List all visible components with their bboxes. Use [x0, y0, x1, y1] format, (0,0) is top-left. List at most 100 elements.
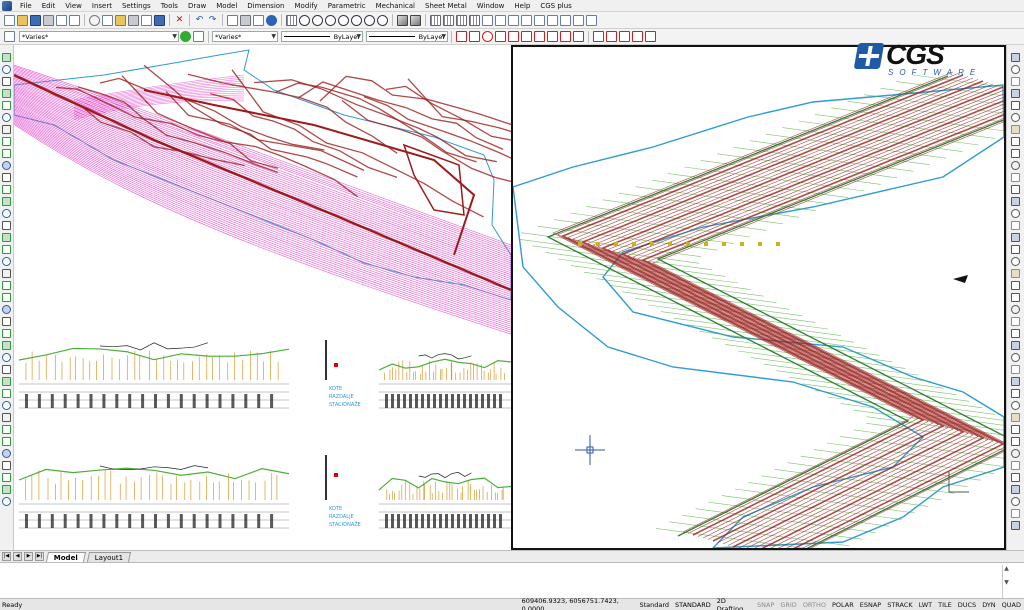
palette-tool-icon[interactable]	[2, 209, 11, 218]
last-tab-icon[interactable]: ▶|	[35, 552, 44, 561]
palette-tool-icon[interactable]	[2, 161, 11, 170]
inquiry-icon[interactable]	[521, 14, 532, 26]
layer-combo[interactable]: *Varies* ▼	[19, 31, 179, 42]
snap-midpoint-icon[interactable]	[469, 31, 480, 42]
delete-icon[interactable]: ✕	[174, 15, 185, 26]
palette-tool-icon[interactable]	[2, 149, 11, 158]
menu-insert[interactable]: Insert	[87, 0, 117, 12]
snap-insertion-icon[interactable]	[547, 31, 558, 42]
cut-icon[interactable]	[89, 14, 100, 26]
status-toggle-grid[interactable]: GRID	[777, 601, 799, 609]
command-input[interactable]	[0, 587, 1024, 599]
palette-tool-icon[interactable]	[1011, 377, 1020, 386]
palette-tool-icon[interactable]	[2, 233, 11, 242]
markup-icon[interactable]	[560, 14, 571, 26]
named-views-icon[interactable]	[482, 14, 493, 26]
palette-tool-icon[interactable]	[1011, 389, 1020, 398]
snap-intersection-icon[interactable]	[521, 31, 532, 42]
command-scrollbar[interactable]: ▲ ▼	[1002, 565, 1010, 598]
palette-tool-icon[interactable]	[2, 89, 11, 98]
print-icon[interactable]	[43, 14, 54, 26]
palette-tool-icon[interactable]	[1011, 137, 1020, 146]
color-combo[interactable]: *Varies* ▼	[212, 31, 278, 42]
palette-tool-icon[interactable]	[2, 413, 11, 422]
block-icon[interactable]	[154, 14, 165, 26]
palette-tool-icon[interactable]	[2, 389, 11, 398]
external-references-icon[interactable]	[586, 14, 597, 26]
palette-tool-icon[interactable]	[1011, 341, 1020, 350]
calculator-icon[interactable]	[573, 14, 584, 26]
palette-tool-icon[interactable]	[2, 185, 11, 194]
viewport-road-plan[interactable]	[511, 45, 1006, 550]
dimension-style[interactable]: STANDARD	[672, 601, 714, 609]
palette-tool-icon[interactable]	[1011, 521, 1020, 530]
palette-tool-icon[interactable]	[1011, 401, 1020, 410]
menu-sheet-metal[interactable]: Sheet Metal	[420, 0, 472, 12]
palette-tool-icon[interactable]	[1011, 437, 1020, 446]
palette-tool-icon[interactable]	[1011, 197, 1020, 206]
linetype-combo[interactable]: ByLayer ▼	[281, 31, 363, 42]
ucs-icon[interactable]	[508, 14, 519, 26]
viewport-1-icon[interactable]	[430, 14, 441, 26]
previous-tab-icon[interactable]: ◀	[13, 552, 22, 561]
pan-icon[interactable]	[286, 14, 297, 26]
palette-tool-icon[interactable]	[1011, 113, 1020, 122]
3d-view-icon[interactable]	[410, 14, 421, 26]
design-center-icon[interactable]	[253, 14, 264, 26]
palette-tool-icon[interactable]	[2, 197, 11, 206]
palette-tool-icon[interactable]	[1011, 485, 1020, 494]
palette-tool-icon[interactable]	[1011, 497, 1020, 506]
palette-tool-icon[interactable]	[2, 353, 11, 362]
palette-tool-icon[interactable]	[2, 329, 11, 338]
palette-tool-icon[interactable]	[1011, 53, 1020, 62]
snap-settings-icon[interactable]	[645, 31, 656, 42]
menu-edit[interactable]: Edit	[37, 0, 61, 12]
palette-tool-icon[interactable]	[1011, 221, 1020, 230]
snap-quadrant-icon[interactable]	[508, 31, 519, 42]
menu-help[interactable]: Help	[509, 0, 535, 12]
palette-tool-icon[interactable]	[2, 473, 11, 482]
palette-tool-icon[interactable]	[2, 341, 11, 350]
status-toggle-ducs[interactable]: DUCS	[955, 601, 979, 609]
palette-tool-icon[interactable]	[2, 317, 11, 326]
snap-apparent-icon[interactable]	[606, 31, 617, 42]
status-toggle-strack[interactable]: STRACK	[884, 601, 915, 609]
palette-tool-icon[interactable]	[1011, 413, 1020, 422]
menu-view[interactable]: View	[60, 0, 87, 12]
palette-tool-icon[interactable]	[2, 497, 11, 506]
zoom-all-icon[interactable]	[377, 14, 388, 26]
palette-tool-icon[interactable]	[1011, 77, 1020, 86]
menu-modify[interactable]: Modify	[290, 0, 323, 12]
palette-tool-icon[interactable]	[2, 173, 11, 182]
status-toggle-ortho[interactable]: ORTHO	[800, 601, 829, 609]
palette-tool-icon[interactable]	[2, 437, 11, 446]
snap-center-icon[interactable]	[482, 31, 493, 42]
status-toggle-esnap[interactable]: ESNAP	[857, 601, 884, 609]
palette-tool-icon[interactable]	[2, 485, 11, 494]
properties-icon[interactable]	[240, 14, 251, 26]
palette-tool-icon[interactable]	[1011, 233, 1020, 242]
palette-tool-icon[interactable]	[2, 137, 11, 146]
palette-tool-icon[interactable]	[1011, 257, 1020, 266]
tab-model[interactable]: Model	[45, 551, 87, 562]
paste-icon[interactable]	[115, 14, 126, 26]
palette-tool-icon[interactable]	[2, 101, 11, 110]
menu-draw[interactable]: Draw	[183, 0, 211, 12]
palette-tool-icon[interactable]	[2, 257, 11, 266]
palette-tool-icon[interactable]	[2, 377, 11, 386]
snap-none-icon[interactable]	[632, 31, 643, 42]
lineweight-combo[interactable]: ByLayer ▼	[366, 31, 448, 42]
menu-file[interactable]: File	[15, 0, 37, 12]
palette-tool-icon[interactable]	[1011, 269, 1020, 278]
tab-layout1[interactable]: Layout1	[86, 551, 132, 562]
view-cube-icon[interactable]	[397, 14, 408, 26]
palette-tool-icon[interactable]	[2, 449, 11, 458]
zoom-realtime-icon[interactable]	[299, 14, 310, 26]
menu-settings[interactable]: Settings	[117, 0, 156, 12]
palette-tool-icon[interactable]	[1011, 245, 1020, 254]
next-tab-icon[interactable]: ▶	[24, 552, 33, 561]
palette-tool-icon[interactable]	[2, 65, 11, 74]
palette-tool-icon[interactable]	[1011, 65, 1020, 74]
zoom-extents-icon[interactable]	[364, 14, 375, 26]
publish-icon[interactable]	[69, 14, 80, 26]
